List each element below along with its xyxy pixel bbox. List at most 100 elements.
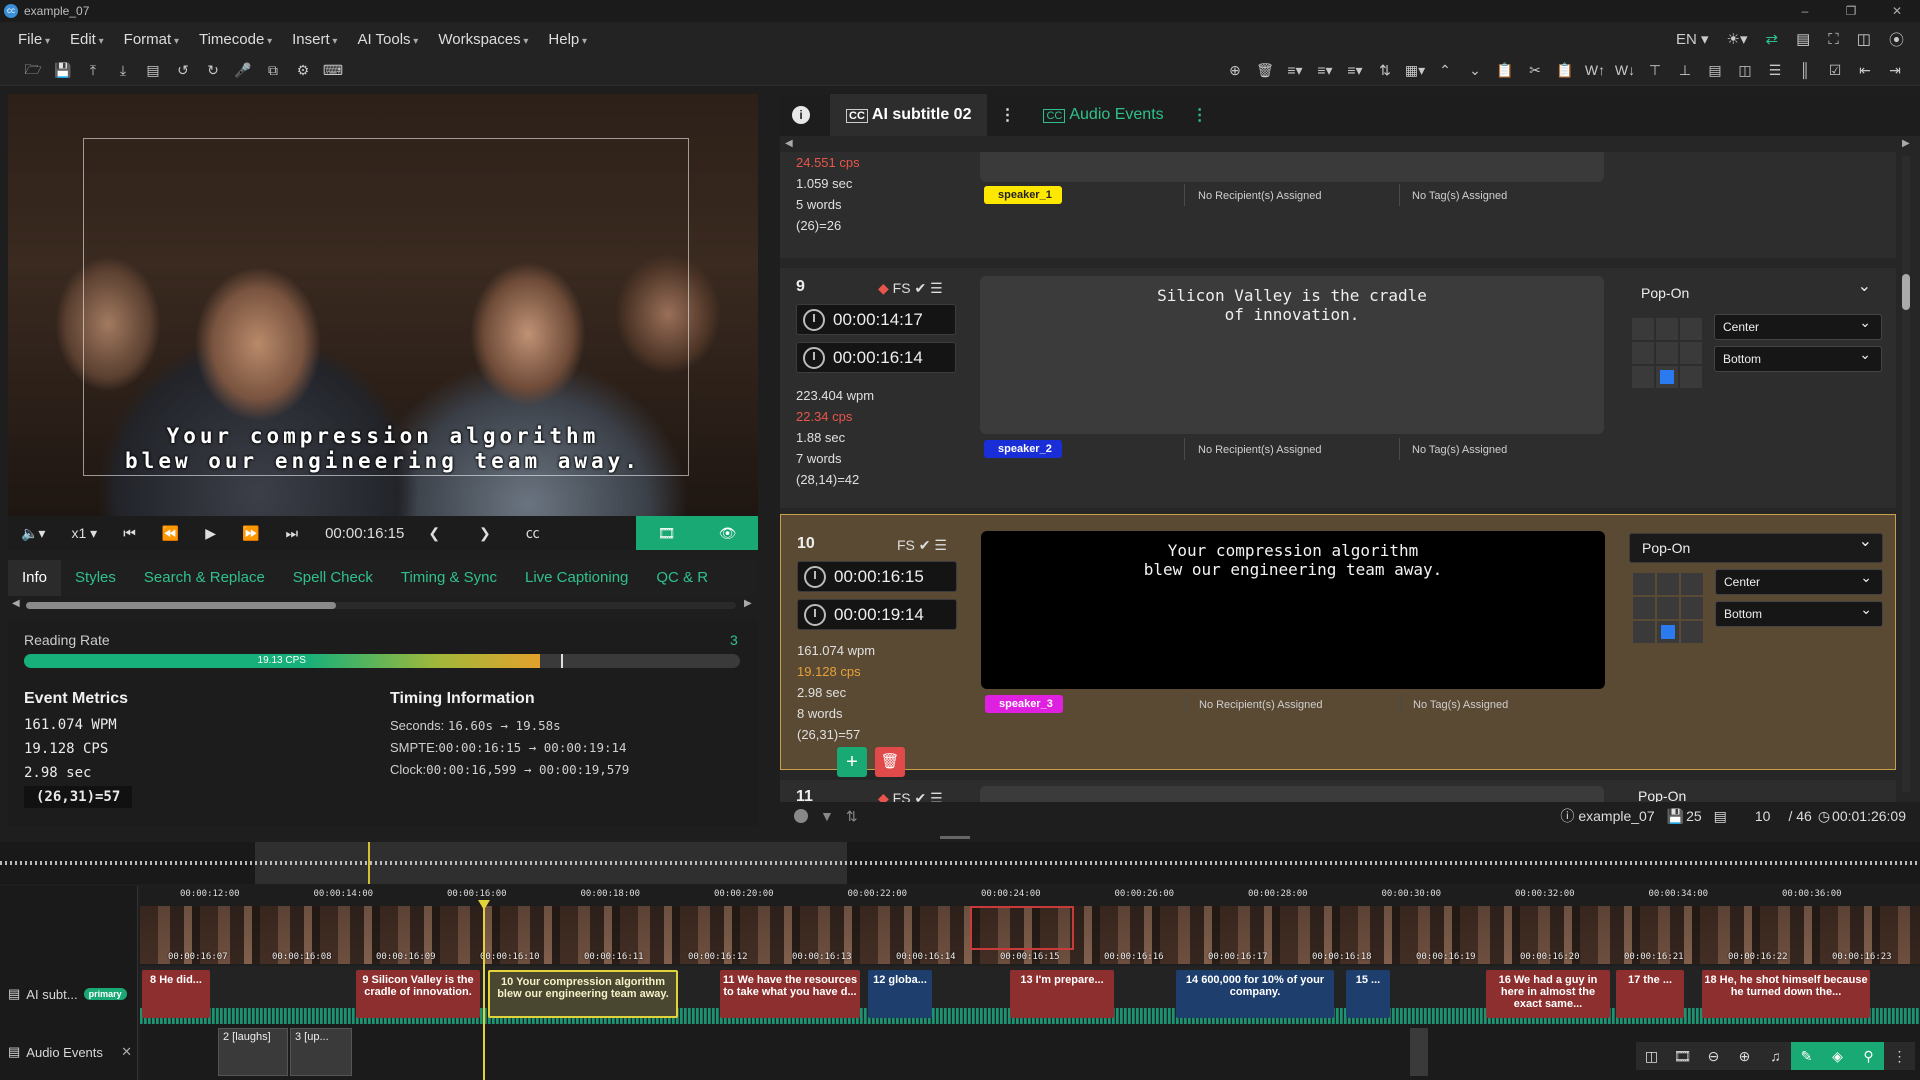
split-icon[interactable]: ◫ <box>1730 62 1760 79</box>
zoom-out-icon[interactable]: ⊖ <box>1698 1042 1729 1070</box>
export-icon[interactable]: ▤ <box>138 62 168 79</box>
add-icon[interactable]: ⊕ <box>1220 62 1250 79</box>
sync-icon[interactable]: ⇄ <box>1766 30 1779 48</box>
paste-icon[interactable]: 📋 <box>1490 62 1520 79</box>
fullscreen-icon[interactable]: ⛶ <box>1828 31 1839 48</box>
timeline-subtitle-segment[interactable]: 14 600,000 for 10% of your company. <box>1176 970 1334 1018</box>
info-icon[interactable]: i <box>792 106 810 124</box>
timeline-subtitle-segment[interactable]: 12 globa... <box>868 970 932 1018</box>
keyboard-icon[interactable]: ⌨ <box>318 62 348 79</box>
menu-edit[interactable]: Edit <box>70 31 104 48</box>
panel-scroll-right-icon[interactable]: ▶ <box>1902 138 1910 149</box>
prev-tags[interactable]: No Tag(s) Assigned <box>1412 190 1507 202</box>
menu-help[interactable]: Help <box>548 31 587 48</box>
overview-waveform[interactable] <box>0 842 1920 884</box>
align-right-icon[interactable]: ≡▾ <box>1340 62 1370 79</box>
menu-ai-tools[interactable]: AI Tools <box>357 31 418 48</box>
timeline-subtitle-segment[interactable]: 10 Your compression algorithm blew our e… <box>488 970 678 1018</box>
tab-styles[interactable]: Styles <box>61 560 130 596</box>
layout-icon[interactable]: ▤ <box>1796 30 1810 48</box>
delete-event-button[interactable]: 🗑 <box>875 747 905 777</box>
subtitle-event-10[interactable]: 10 FS ✔ ☰ 00:00:16:15 00:00:19:14 161.07… <box>780 514 1896 777</box>
subtitle-event-9[interactable]: 9 ◆ FS ✔ ☰ 00:00:14:17 00:00:16:14 223.4… <box>780 268 1896 508</box>
close-track-icon[interactable]: ✕ <box>121 1044 132 1060</box>
eye-icon[interactable]: 👁 <box>719 525 737 542</box>
save-icon[interactable]: 💾 <box>48 62 78 79</box>
tab-audio-events[interactable]: CC Audio Events <box>1027 94 1179 136</box>
scrollbar-thumb[interactable] <box>26 602 336 609</box>
check-icon[interactable]: ☑ <box>1820 62 1850 79</box>
tab-ai-subtitle[interactable]: CC AI subtitle 02 <box>830 94 988 136</box>
timeline-audio-segment[interactable]: 3 [up... <box>290 1028 352 1076</box>
audio-tab-menu-icon[interactable]: ⋮ <box>1180 105 1220 125</box>
split-view-icon[interactable]: ◫ <box>1636 1042 1667 1070</box>
close-button[interactable]: ✕ <box>1874 4 1920 18</box>
film-lock-icon[interactable]: 🎞 <box>658 525 676 542</box>
align-center-icon[interactable]: ≡▾ <box>1310 62 1340 79</box>
comment-icon[interactable]: ☰ <box>934 537 947 553</box>
lines-icon[interactable]: ☰ <box>1760 62 1790 79</box>
panel-icon[interactable]: ◫ <box>1857 30 1871 48</box>
timeline-subtitle-segment[interactable]: 17 the ... <box>1616 970 1684 1018</box>
prev-text-box[interactable] <box>980 152 1604 182</box>
timeline-subtitle-segment[interactable]: 16 We had a guy in here in almost the ex… <box>1486 970 1610 1018</box>
audio-event-marker[interactable] <box>1410 1028 1428 1076</box>
prev-recipients[interactable]: No Recipient(s) Assigned <box>1198 190 1322 202</box>
trash-icon[interactable]: 🗑 <box>1250 62 1280 79</box>
start-timecode-field[interactable]: 00:00:14:17 <box>796 304 956 335</box>
track-header-subtitle[interactable]: ▤ AI subt... primary <box>8 986 127 1002</box>
timeline-subtitle-segment[interactable]: 15 ... <box>1346 970 1390 1018</box>
thumbnail-track[interactable]: 00:00:16:07 00:00:16:08 00:00:16:09 00:00:1… <box>140 906 1920 964</box>
comment-icon[interactable]: ☰ <box>930 280 943 296</box>
timeline-subtitle-segment[interactable]: 18 He, he shot himself because he turned… <box>1702 970 1870 1018</box>
chevron-down-icon[interactable]: ⌄ <box>1460 62 1490 79</box>
speaker-tag-3[interactable]: speaker_3 <box>985 695 1063 713</box>
layers-icon[interactable]: ◈ <box>1822 1042 1853 1070</box>
end-timecode-field[interactable]: 00:00:19:14 <box>797 599 957 630</box>
cut-icon[interactable]: ✂ <box>1520 62 1550 79</box>
add-event-button[interactable]: + <box>837 747 867 777</box>
open-folder-icon[interactable]: 🗁 <box>18 59 48 83</box>
play-icon[interactable]: ▶ <box>205 525 216 542</box>
vertical-align-select[interactable]: Bottom <box>1715 597 1883 627</box>
horizontal-align-select[interactable]: Center <box>1714 310 1882 340</box>
skip-end-icon[interactable]: ⏭ <box>285 525 298 542</box>
speaker-tag-1[interactable]: speaker_1 <box>984 186 1062 204</box>
next-frame-icon[interactable]: ❯ <box>479 525 491 542</box>
timeline-playhead[interactable] <box>478 900 490 1080</box>
pencil-icon[interactable]: ✎ <box>1791 1042 1822 1070</box>
event-tags[interactable]: No Tag(s) Assigned <box>1413 699 1508 711</box>
caption-toggle-icon[interactable]: ㏄ <box>526 523 540 543</box>
filter-icon[interactable]: ▼ <box>820 808 834 824</box>
settings-circle-icon[interactable]: ⦿ <box>1889 29 1904 50</box>
event-recipients[interactable]: No Recipient(s) Assigned <box>1198 444 1322 456</box>
menu-timecode[interactable]: Timecode <box>199 31 272 48</box>
maximize-button[interactable]: ❐ <box>1828 4 1874 18</box>
menu-format[interactable]: Format <box>124 31 179 48</box>
timeline-ruler[interactable]: 00:00:12:00 00:00:14:00 00:00:16:00 00:00:1… <box>140 886 1920 906</box>
menu-file[interactable]: File <box>18 31 50 48</box>
panel-scrollbar[interactable] <box>1902 156 1910 792</box>
event-tags[interactable]: No Tag(s) Assigned <box>1412 444 1507 456</box>
clipboard-icon[interactable]: 📋 <box>1550 62 1580 79</box>
speaker-tag-2[interactable]: speaker_2 <box>984 440 1062 458</box>
snap-right-icon[interactable]: ⇥ <box>1880 62 1910 79</box>
table-icon[interactable]: ▦▾ <box>1400 62 1430 79</box>
panel-resize-handle[interactable] <box>940 836 970 839</box>
timeline-subtitle-segment[interactable]: 9 Silicon Valley is the cradle of innova… <box>356 970 480 1018</box>
end-timecode-field[interactable]: 00:00:16:14 <box>796 342 956 373</box>
download-icon[interactable]: ⤓ <box>108 62 138 79</box>
chevron-up-icon[interactable]: ⌃ <box>1430 62 1460 79</box>
subtitle-tab-menu-icon[interactable]: ⋮ <box>987 105 1027 125</box>
scroll-right-icon[interactable]: ▶ <box>744 598 752 609</box>
panel-scroll-left-icon[interactable]: ◀ <box>785 138 793 149</box>
language-select[interactable]: EN ▾ <box>1676 30 1709 48</box>
subtitle-track[interactable]: 8 He did... 9 Silicon Valley is the cradl… <box>140 966 1920 1024</box>
theme-icon[interactable]: ☀▾ <box>1727 30 1748 48</box>
redo-icon[interactable]: ↻ <box>198 62 228 79</box>
subtitle-text-box[interactable]: Silicon Valley is the cradle of innovati… <box>980 276 1604 434</box>
position-grid[interactable] <box>1632 318 1702 388</box>
more-icon[interactable]: ⋮ <box>1884 1042 1915 1070</box>
track-header-audio[interactable]: ▤ Audio Events ✕ <box>8 1044 132 1060</box>
check-circle-icon[interactable]: ✔ <box>914 280 926 296</box>
